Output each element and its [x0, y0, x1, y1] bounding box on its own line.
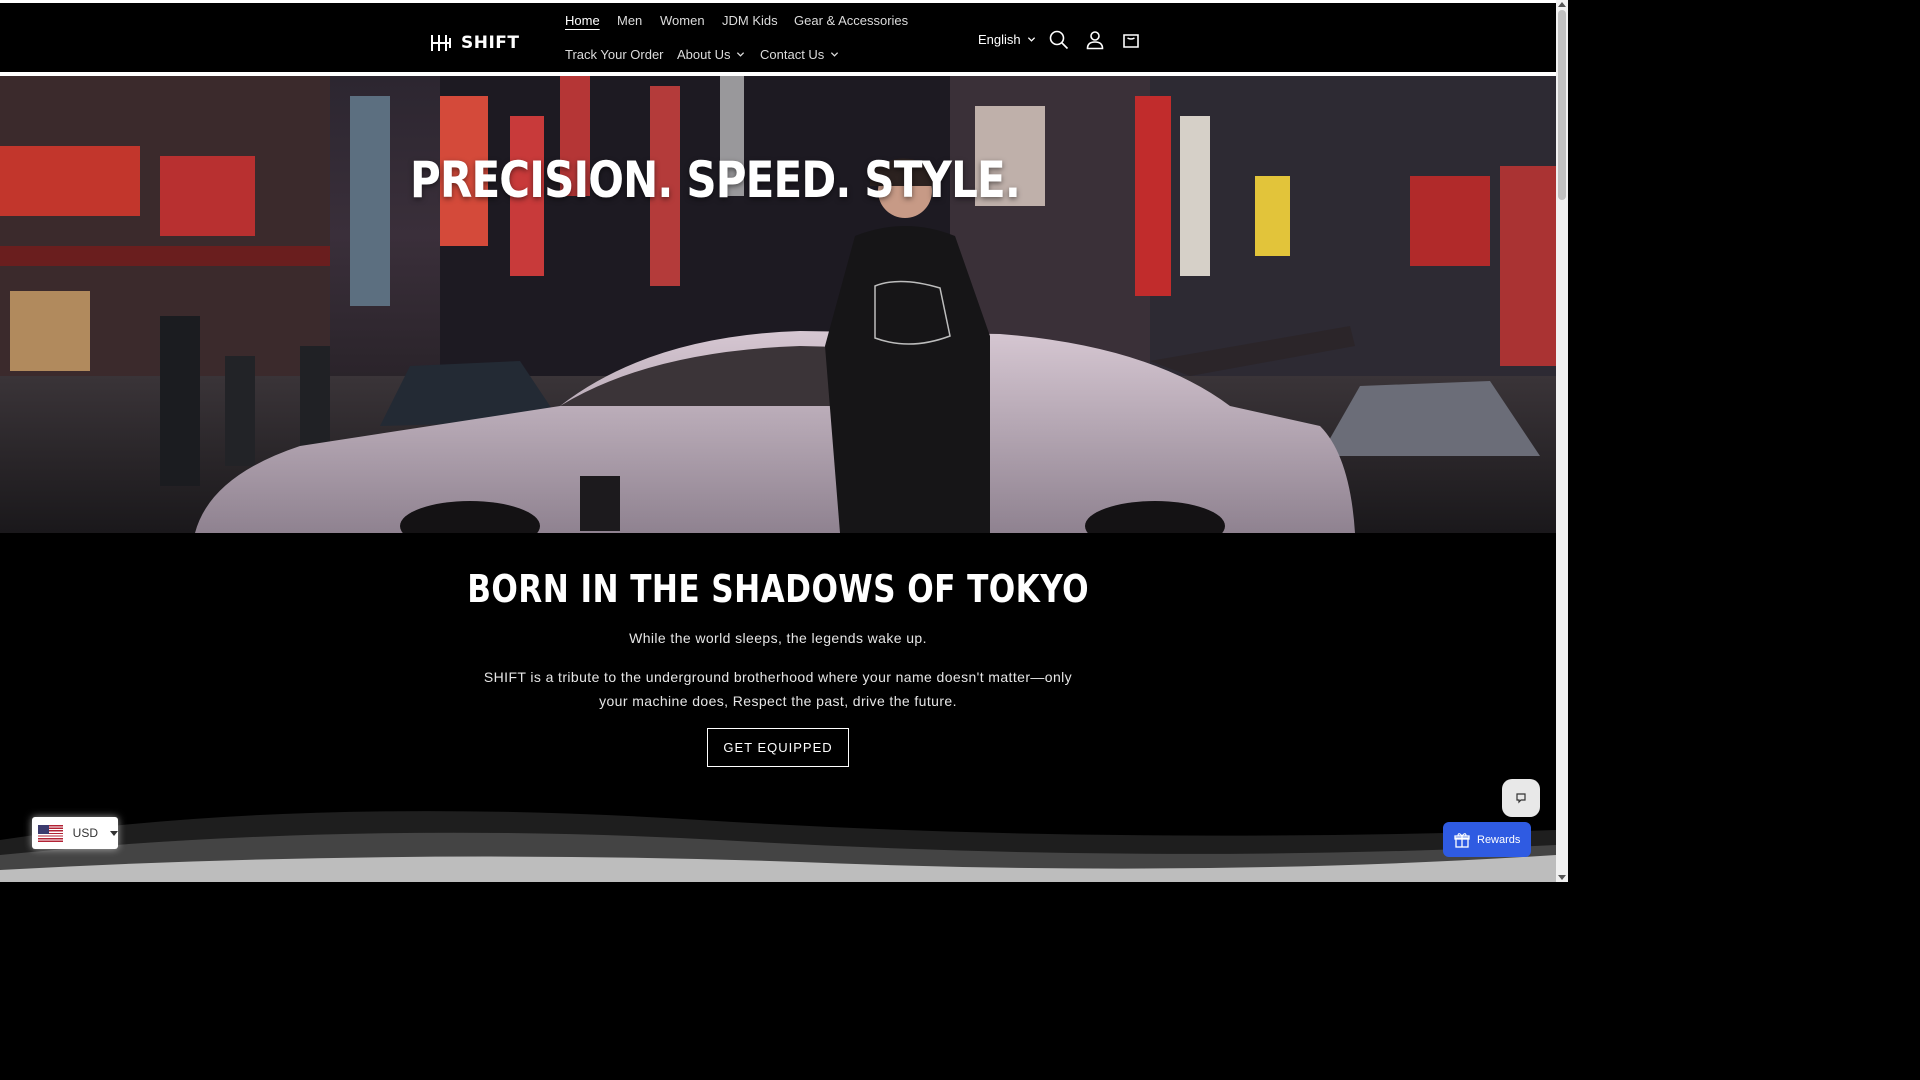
nav-women[interactable]: Women [660, 13, 705, 28]
gift-icon [1454, 832, 1470, 848]
section-title-text: BORN IN THE SHADOWS OF TOKYO [467, 567, 1089, 611]
nav-home[interactable]: Home [565, 13, 600, 28]
rewards-button[interactable]: Rewards [1443, 822, 1531, 857]
us-flag-icon [38, 824, 63, 842]
nav-jdm-kids-label: JDM Kids [722, 13, 778, 28]
nav-jdm-kids[interactable]: JDM Kids [722, 13, 778, 28]
page-scrollbar[interactable] [1556, 0, 1568, 882]
currency-selector[interactable]: USD [32, 817, 118, 849]
scroll-up-arrow-icon[interactable] [1558, 2, 1566, 7]
chevron-down-icon [737, 52, 745, 57]
cart-icon[interactable] [1120, 29, 1142, 51]
caret-down-icon [110, 830, 118, 836]
account-icon[interactable] [1084, 29, 1106, 51]
get-equipped-button[interactable]: GET EQUIPPED [707, 728, 849, 767]
search-icon[interactable] [1048, 29, 1070, 51]
chat-button[interactable] [1502, 779, 1540, 817]
hero-banner: PRECISION. SPEED. STYLE. [0, 76, 1556, 533]
section-body: SHIFT is a tribute to the underground br… [483, 669, 1073, 709]
nav-contact-us[interactable]: Contact Us [760, 47, 839, 62]
language-selector[interactable]: English [978, 32, 1036, 47]
hero-title: PRECISION. SPEED. STYLE. [410, 151, 1021, 209]
nav-track-order-label: Track Your Order [565, 47, 664, 62]
nav-about-us-label: About Us [677, 47, 731, 62]
nav-gear-accessories-label: Gear & Accessories [794, 13, 909, 28]
section-subtitle: While the world sleeps, the legends wake… [629, 630, 927, 646]
gear-shift-logo-icon [431, 35, 451, 51]
nav-men[interactable]: Men [617, 13, 642, 28]
nav-track-order[interactable]: Track Your Order [565, 47, 664, 62]
section-title: BORN IN THE SHADOWS OF TOKYO [0, 567, 1556, 611]
nav-contact-us-label: Contact Us [760, 47, 825, 62]
hero-image [0, 76, 1556, 533]
site-header: SHIFT Home Men Women JDM Kids Gear & Acc… [0, 3, 1556, 72]
scroll-thumb[interactable] [1558, 10, 1566, 200]
currency-code: USD [72, 826, 98, 840]
chevron-down-icon [831, 52, 839, 57]
nav-about-us[interactable]: About Us [677, 47, 745, 62]
scroll-down-arrow-icon[interactable] [1558, 875, 1566, 880]
nav-home-label: Home [565, 13, 600, 28]
chat-icon [1516, 793, 1526, 804]
decorative-waves [0, 811, 1556, 882]
rewards-label: Rewards [1477, 833, 1521, 846]
chevron-down-icon [1027, 37, 1035, 42]
language-label: English [978, 32, 1021, 47]
logo[interactable]: SHIFT [428, 26, 520, 60]
nav-gear-accessories[interactable]: Gear & Accessories [794, 13, 908, 28]
nav-women-label: Women [660, 13, 705, 28]
nav-men-label: Men [617, 13, 643, 28]
logo-text: SHIFT [461, 33, 520, 53]
